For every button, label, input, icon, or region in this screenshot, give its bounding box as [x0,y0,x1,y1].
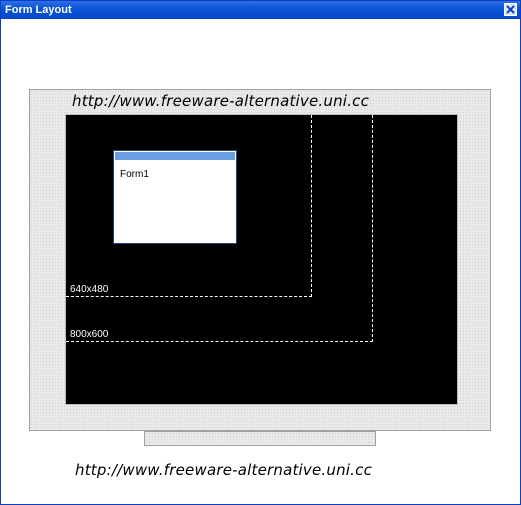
resolution-label-800x600: 800x600 [70,329,109,340]
monitor-stand [144,431,376,446]
client-area: http://www.freeware-alternative.uni.cc 6… [5,19,516,499]
form-layout-window: Form Layout http://www.freeware-alternat… [0,0,521,505]
window-title: Form Layout [5,4,72,16]
close-icon [506,5,515,14]
form-preview-titlebar[interactable] [115,152,235,160]
footer-url[interactable]: http://www.freeware-alternative.uni.cc [75,461,455,479]
form-preview-label: Form1 [120,169,149,180]
form-preview-window[interactable]: Form1 [113,150,237,244]
monitor-frame: http://www.freeware-alternative.uni.cc 6… [29,89,491,431]
close-button[interactable] [504,3,517,16]
title-bar[interactable]: Form Layout [1,1,520,19]
monitor-header-url[interactable]: http://www.freeware-alternative.uni.cc [72,92,452,110]
monitor-screen: 640x480 800x600 Form1 [65,114,458,405]
